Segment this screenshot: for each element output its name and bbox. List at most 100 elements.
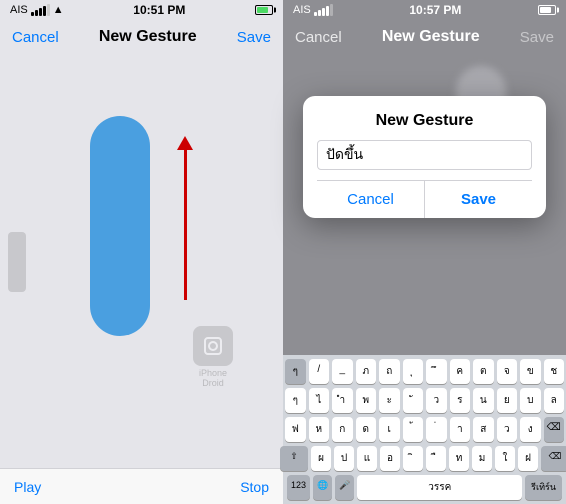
kb-key-า[interactable]: า [450, 417, 471, 442]
watermark-text1: iPhone [193, 368, 233, 378]
kb-key-ะ[interactable]: ะ [379, 388, 400, 413]
kb-key-123[interactable]: 123 [287, 475, 310, 500]
kb-key-แ[interactable]: แ [357, 446, 377, 471]
kb-key-shift[interactable]: ⇧ [280, 446, 308, 471]
kb-key-mic[interactable]: 🎤 [335, 475, 354, 500]
keyboard-row-1: ๆ / _ ภ ถ ุ ึ ค ต จ ข ช [285, 359, 564, 384]
left-carrier: AIS [10, 4, 28, 16]
right-battery-icon [538, 5, 556, 15]
kb-key-ผ[interactable]: ผ [311, 446, 331, 471]
keyboard-bottom-row: 123 🌐 🎤 วรรค รีเทิร์น [285, 475, 564, 500]
kb-key-ก[interactable]: ก [332, 417, 353, 442]
watermark: iPhone Droid [193, 326, 233, 388]
kb-key-ด[interactable]: ด [356, 417, 377, 442]
left-wifi-icon: ▲ [53, 4, 64, 16]
kb-key-ว[interactable]: ว [426, 388, 447, 413]
kb-key-ุ[interactable]: ุ [403, 359, 424, 384]
left-cancel-button[interactable]: Cancel [12, 29, 59, 46]
kb-key-ไ[interactable]: ไ [309, 388, 330, 413]
right-panel: AIS 10:57 PM Cancel New Gesture Save [283, 0, 566, 504]
left-home-indicator [8, 232, 26, 292]
kb-key-ง[interactable]: ง [520, 417, 541, 442]
kb-key-ต[interactable]: ต [473, 359, 494, 384]
kb-key-ร[interactable]: ร [450, 388, 471, 413]
left-status-left: AIS ▲ [10, 4, 64, 16]
right-status-bar: AIS 10:57 PM [283, 0, 566, 20]
left-save-button[interactable]: Save [237, 29, 271, 46]
kb-key-ป[interactable]: ป [334, 446, 354, 471]
right-status-right [538, 5, 556, 15]
keyboard-row-4: ⇧ ผ ป แ อ ิ ื ท ม ใ ฝ ⌫ [285, 446, 564, 471]
right-status-left: AIS [293, 4, 333, 16]
kb-key-อ[interactable]: อ [380, 446, 400, 471]
kb-key-เ[interactable]: เ [379, 417, 400, 442]
keyboard-row-3: ฟ ห ก ด เ ้ ่ า ส ว ง ⌫ [285, 417, 564, 442]
gesture-name-input[interactable] [317, 140, 532, 170]
kb-key-ท[interactable]: ท [449, 446, 469, 471]
kb-key-return[interactable]: รีเทิร์น [525, 475, 562, 500]
left-status-right [255, 5, 273, 15]
left-battery-icon [255, 5, 273, 15]
right-cancel-nav-button[interactable]: Cancel [295, 29, 342, 46]
kb-key-ถ[interactable]: ถ [379, 359, 400, 384]
right-time: 10:57 PM [409, 3, 461, 17]
left-gesture-canvas: iPhone Droid [0, 56, 283, 468]
kb-key-่[interactable]: ่ [426, 417, 447, 442]
dialog-button-row: Cancel Save [317, 180, 532, 218]
arrow-line [184, 150, 187, 300]
kb-key-ห[interactable]: ห [309, 417, 330, 442]
kb-key-ว2[interactable]: ว [497, 417, 518, 442]
kb-key-ื[interactable]: ื [426, 446, 446, 471]
kb-key-ำ[interactable]: ำ [332, 388, 353, 413]
right-save-nav-button[interactable]: Save [520, 29, 554, 46]
kb-key-ม[interactable]: ม [472, 446, 492, 471]
kb-key-ฝ[interactable]: ฝ [518, 446, 538, 471]
kb-key-under[interactable]: _ [332, 359, 353, 384]
left-nav-bar: Cancel New Gesture Save [0, 20, 283, 56]
new-gesture-dialog: New Gesture Cancel Save [303, 96, 546, 218]
kb-key-ภ[interactable]: ภ [356, 359, 377, 384]
kb-key-slash[interactable]: / [309, 359, 330, 384]
kb-key-ใ[interactable]: ใ [495, 446, 515, 471]
kb-key-ิ[interactable]: ิ [403, 446, 423, 471]
kb-key-globe[interactable]: 🌐 [313, 475, 332, 500]
keyboard-row-2: ๆ ไ ำ พ ะ ั ว ร น ย บ ล [285, 388, 564, 413]
gesture-blue-shape [90, 116, 150, 336]
kb-key-ั[interactable]: ั [403, 388, 424, 413]
watermark-icon [193, 326, 233, 366]
kb-key-ๆ2[interactable]: ๆ [285, 388, 306, 413]
stop-button[interactable]: Stop [240, 479, 269, 495]
kb-key-บ[interactable]: บ [520, 388, 541, 413]
right-gesture-canvas: New Gesture Cancel Save [283, 56, 566, 216]
kb-key-ๆ1[interactable]: ๆ [285, 359, 306, 384]
kb-key-จ[interactable]: จ [497, 359, 518, 384]
gesture-red-arrow [177, 136, 193, 300]
kb-key-้[interactable]: ้ [403, 417, 424, 442]
kb-key-ล[interactable]: ล [544, 388, 565, 413]
kb-key-space[interactable]: วรรค [357, 475, 522, 500]
thai-keyboard: ๆ / _ ภ ถ ุ ึ ค ต จ ข ช ๆ ไ ำ พ ะ ั ว ร … [283, 355, 566, 504]
left-bottom-bar: Play Stop [0, 468, 283, 504]
kb-key-delete2[interactable]: ⌫ [541, 446, 566, 471]
kb-key-ข[interactable]: ข [520, 359, 541, 384]
kb-key-delete[interactable]: ⌫ [544, 417, 565, 442]
right-nav-title: New Gesture [382, 28, 480, 46]
kb-key-ฟ[interactable]: ฟ [285, 417, 306, 442]
left-panel: AIS ▲ 10:51 PM Cancel New Gesture [0, 0, 283, 504]
left-signal [31, 4, 50, 16]
dialog-cancel-button[interactable]: Cancel [317, 181, 425, 218]
kb-key-ย[interactable]: ย [497, 388, 518, 413]
arrow-head-icon [177, 136, 193, 150]
kb-key-ส[interactable]: ส [473, 417, 494, 442]
dialog-title: New Gesture [317, 112, 532, 130]
watermark-text2: Droid [193, 378, 233, 388]
kb-key-ค[interactable]: ค [450, 359, 471, 384]
kb-key-ึ[interactable]: ึ [426, 359, 447, 384]
kb-key-ช[interactable]: ช [544, 359, 565, 384]
kb-key-น[interactable]: น [473, 388, 494, 413]
left-time: 10:51 PM [133, 3, 185, 17]
dialog-save-button[interactable]: Save [425, 181, 532, 218]
kb-key-พ[interactable]: พ [356, 388, 377, 413]
left-nav-title: New Gesture [99, 28, 197, 46]
play-button[interactable]: Play [14, 479, 41, 495]
